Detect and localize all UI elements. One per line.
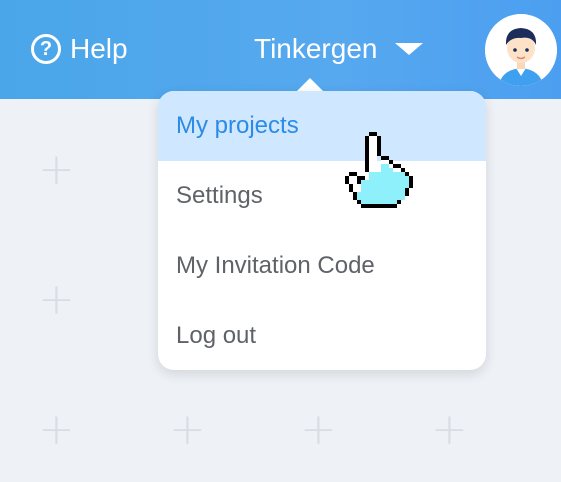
dropdown-pointer <box>296 78 324 92</box>
menu-item-invitation-code[interactable]: My Invitation Code <box>158 231 486 301</box>
plus-icon: + <box>38 144 75 195</box>
user-avatar-icon <box>485 14 557 86</box>
plus-icon: + <box>169 404 206 455</box>
menu-item-label: Settings <box>176 182 263 209</box>
user-avatar[interactable] <box>485 14 557 86</box>
user-menu-toggle[interactable]: Tinkergen <box>254 30 424 68</box>
plus-icon: + <box>300 404 337 455</box>
plus-icon: + <box>38 404 75 455</box>
menu-item-label: My Invitation Code <box>176 252 375 279</box>
user-dropdown-menu: My projects Settings My Invitation Code … <box>158 91 486 370</box>
plus-icon: + <box>431 404 468 455</box>
help-label: Help <box>70 33 128 64</box>
menu-item-label: My projects <box>176 112 299 139</box>
question-circle-icon: ? <box>31 34 61 64</box>
menu-item-settings[interactable]: Settings <box>158 161 486 231</box>
menu-item-log-out[interactable]: Log out <box>158 301 486 371</box>
top-bar: ? Help Tinkergen <box>0 0 561 99</box>
menu-item-label: Log out <box>176 322 257 349</box>
plus-icon: + <box>38 274 75 325</box>
caret-down-icon <box>395 43 424 55</box>
menu-item-my-projects[interactable]: My projects <box>158 91 486 161</box>
hand-pointer-cursor-icon <box>345 132 413 208</box>
help-button[interactable]: ? Help <box>31 31 128 67</box>
username-label: Tinkergen <box>254 33 378 64</box>
